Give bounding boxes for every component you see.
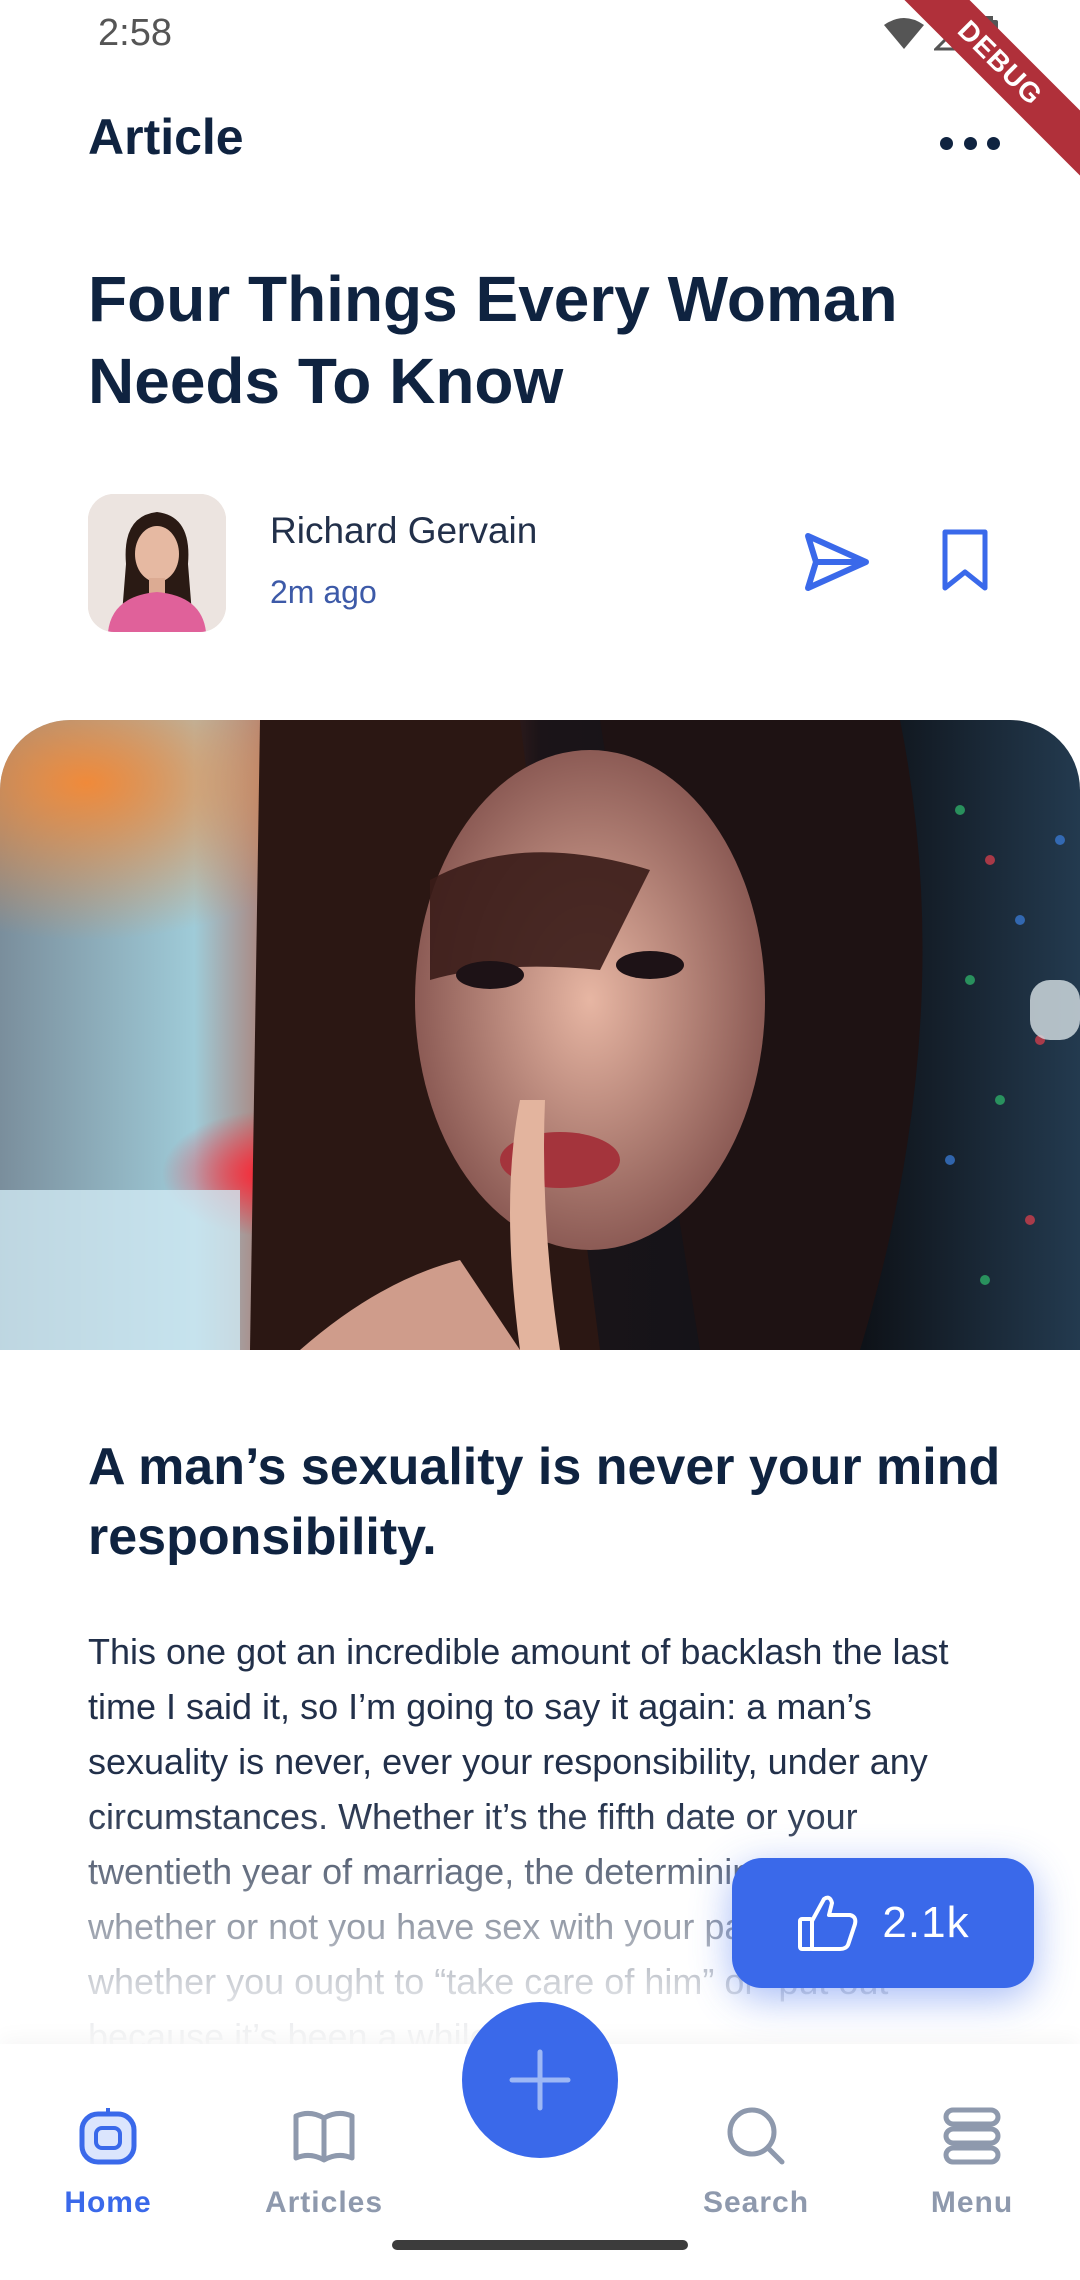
section-heading: A man’s sexuality is never your mind res… — [88, 1438, 1001, 1566]
status-time: 2:58 — [98, 12, 172, 54]
nav-label-search: Search — [702, 2186, 810, 2219]
like-button[interactable]: 2.1k — [732, 1858, 1034, 1988]
nav-item-articles[interactable]: Articles — [234, 2104, 414, 2220]
article-headline: Four Things Every Woman Needs To Know — [88, 263, 898, 417]
nav-item-search[interactable]: Search — [666, 2104, 846, 2220]
plus-icon — [509, 2049, 571, 2111]
like-count: 2.1k — [882, 1898, 970, 1947]
send-icon — [805, 533, 869, 591]
share-button[interactable] — [804, 532, 870, 592]
nav-item-menu[interactable]: Menu — [882, 2104, 1062, 2220]
post-time: 2m ago — [270, 574, 377, 610]
page-title: Article — [88, 109, 244, 165]
home-indicator — [392, 2240, 688, 2250]
wifi-icon — [884, 18, 924, 49]
author-row: Richard Gervain 2m ago — [88, 494, 1008, 634]
hero-photo — [0, 720, 1080, 1350]
more-dot-icon — [940, 136, 953, 150]
more-options-button[interactable] — [940, 118, 1000, 168]
search-icon — [727, 2107, 785, 2165]
app-bar: Article — [0, 90, 1080, 190]
article-hero-image — [0, 720, 1080, 1350]
menu-icon — [943, 2107, 1001, 2165]
status-bar: 2:58 DEBUG — [0, 0, 1080, 186]
book-icon — [293, 2110, 355, 2163]
thumbs-up-icon — [798, 1895, 858, 1951]
author-avatar[interactable] — [88, 494, 226, 632]
nav-label-menu: Menu — [930, 2186, 1014, 2219]
more-dot-icon — [963, 136, 977, 150]
nav-label-articles: Articles — [264, 2186, 384, 2219]
bookmark-icon — [942, 529, 988, 591]
author-name[interactable]: Richard Gervain — [270, 510, 537, 552]
home-icon — [79, 2108, 137, 2165]
add-button[interactable] — [462, 2002, 618, 2158]
avatar-image — [88, 494, 226, 632]
nav-item-home[interactable]: Home — [18, 2104, 198, 2220]
more-dot-icon — [987, 136, 1000, 150]
bookmark-button[interactable] — [940, 528, 990, 592]
nav-label-home: Home — [64, 2186, 152, 2219]
